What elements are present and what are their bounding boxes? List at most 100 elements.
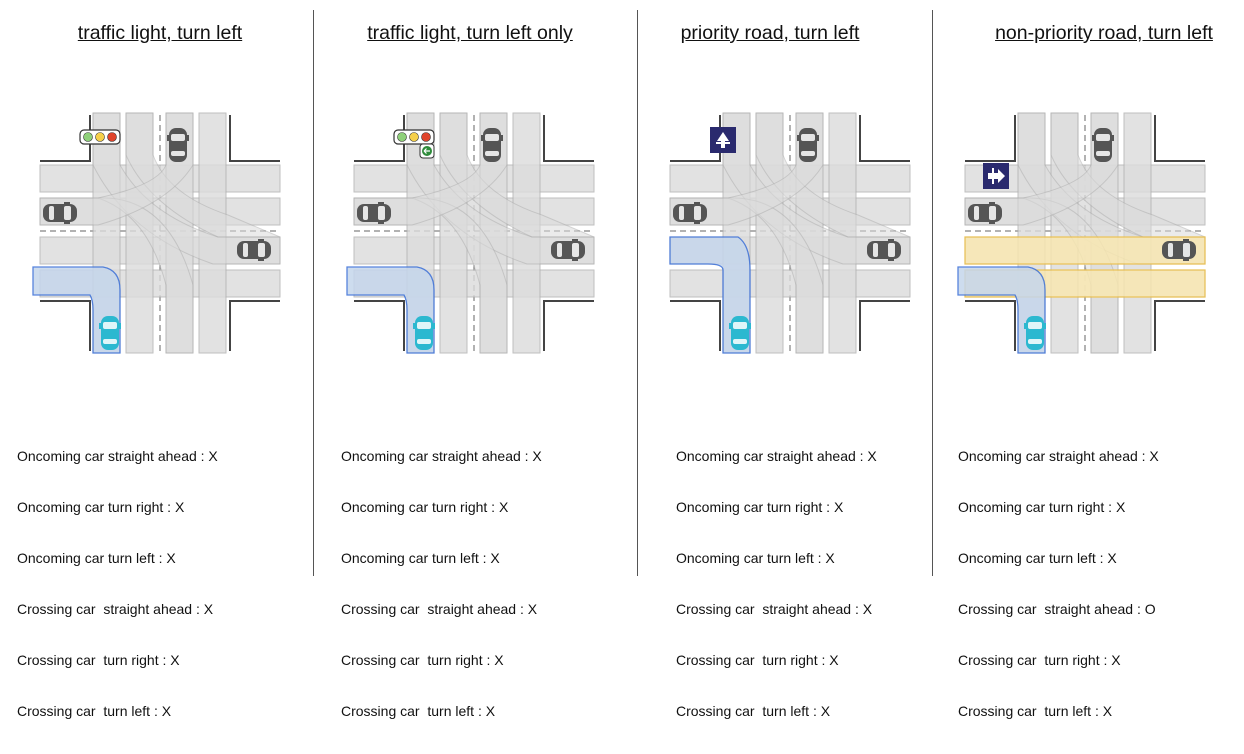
- car-mirror: [1024, 323, 1027, 329]
- rule-item: Oncoming car turn right : X: [17, 499, 185, 515]
- rule-item: Crossing car turn left : X: [17, 703, 172, 719]
- curb-corner: [40, 300, 91, 351]
- car-mirror: [989, 202, 995, 205]
- rule-item: Oncoming car straight ahead : X: [17, 448, 218, 464]
- intersection-diagram: [346, 112, 595, 354]
- car-window: [801, 134, 815, 141]
- car-body: [169, 128, 187, 162]
- crossing-car-right: [1162, 239, 1196, 261]
- car-mirror: [99, 323, 102, 329]
- car-body: [101, 316, 119, 350]
- car-body: [731, 316, 749, 350]
- car-mirror: [572, 239, 578, 242]
- traffic-light-icon: [393, 129, 435, 145]
- side-road-sign-icon: [983, 163, 1009, 189]
- rule-item: Oncoming car turn right : X: [341, 499, 509, 515]
- rule-item: Crossing car turn right : X: [958, 652, 1121, 668]
- rule-item: Oncoming car turn right : X: [676, 499, 844, 515]
- curb-corner: [229, 115, 280, 162]
- car-mirror: [64, 221, 70, 224]
- car-mirror: [258, 258, 264, 261]
- crossing-car-left: [43, 202, 77, 224]
- crossing-car-left: [968, 202, 1002, 224]
- curb-corner: [543, 300, 594, 351]
- yellow-lamp: [95, 132, 105, 142]
- car-mirror: [186, 135, 189, 141]
- car-window: [417, 339, 431, 344]
- car-mirror: [481, 135, 484, 141]
- car-body: [673, 204, 707, 222]
- rule-item: Crossing car turn left : X: [676, 703, 831, 719]
- car-mirror: [64, 202, 70, 205]
- curb-corner: [859, 300, 910, 351]
- rule-item: Oncoming car turn left : X: [958, 550, 1117, 566]
- rules-list: Oncoming car straight ahead : X Oncoming…: [958, 414, 1159, 754]
- oncoming-car: [797, 128, 819, 162]
- car-mirror: [1043, 323, 1046, 329]
- car-body: [867, 241, 901, 259]
- car-mirror: [888, 258, 894, 261]
- rule-item: Crossing car straight ahead : X: [676, 601, 873, 617]
- car-window: [258, 243, 265, 257]
- car-mirror: [413, 323, 416, 329]
- sign-glyph: [992, 168, 994, 184]
- curb-corner: [229, 300, 280, 351]
- curb-corner: [965, 300, 1016, 351]
- car-window: [873, 243, 878, 257]
- car-window: [557, 243, 562, 257]
- lane-horizontal: [669, 269, 911, 298]
- ego-car: [729, 316, 751, 350]
- car-mirror: [432, 323, 435, 329]
- car-mirror: [888, 239, 894, 242]
- car-window: [989, 206, 996, 220]
- car-mirror: [378, 202, 384, 205]
- panel-title: priority road, turn left: [680, 22, 860, 44]
- rule-item: Oncoming car turn left : X: [341, 550, 500, 566]
- rule-item: Crossing car turn left : X: [958, 703, 1113, 719]
- car-window: [243, 243, 248, 257]
- rule-item: Crossing car straight ahead : O: [958, 601, 1156, 617]
- rule-item: Oncoming car turn right : X: [958, 499, 1126, 515]
- curb-corner: [670, 300, 721, 351]
- rules-list: Oncoming car straight ahead : X Oncoming…: [341, 414, 542, 754]
- car-mirror: [167, 135, 170, 141]
- car-body: [799, 128, 817, 162]
- panel-divider: [637, 10, 638, 576]
- car-mirror: [1092, 135, 1095, 141]
- car-body: [1094, 128, 1112, 162]
- car-window: [679, 206, 684, 220]
- car-mirror: [816, 135, 819, 141]
- oncoming-car: [167, 128, 189, 162]
- curb-corner: [965, 115, 1016, 162]
- car-window: [103, 322, 117, 329]
- crossing-car-right: [551, 239, 585, 261]
- car-window: [1096, 134, 1110, 141]
- car-window: [417, 322, 431, 329]
- traffic-light-icon: [79, 129, 121, 145]
- rule-item: Oncoming car straight ahead : X: [958, 448, 1159, 464]
- car-mirror: [500, 135, 503, 141]
- car-mirror: [1183, 239, 1189, 242]
- car-window: [1183, 243, 1190, 257]
- oncoming-car: [1092, 128, 1114, 162]
- green-lamp: [83, 132, 93, 142]
- rule-item: Oncoming car turn left : X: [676, 550, 835, 566]
- oncoming-car: [481, 128, 503, 162]
- car-mirror: [694, 202, 700, 205]
- intersection-diagram: [957, 112, 1206, 354]
- car-window: [974, 206, 979, 220]
- rule-item: Crossing car straight ahead : X: [341, 601, 538, 617]
- car-mirror: [1111, 135, 1114, 141]
- rule-item: Crossing car straight ahead : X: [17, 601, 214, 617]
- car-body: [551, 241, 585, 259]
- sign-glyph: [716, 142, 730, 144]
- green-lamp: [397, 132, 407, 142]
- rules-list: Oncoming car straight ahead : X Oncoming…: [676, 414, 877, 754]
- car-window: [103, 339, 117, 344]
- car-body: [237, 241, 271, 259]
- car-window: [171, 134, 185, 141]
- intersection-diagram: [32, 112, 281, 354]
- panel-divider: [932, 10, 933, 576]
- car-body: [415, 316, 433, 350]
- car-window: [694, 206, 701, 220]
